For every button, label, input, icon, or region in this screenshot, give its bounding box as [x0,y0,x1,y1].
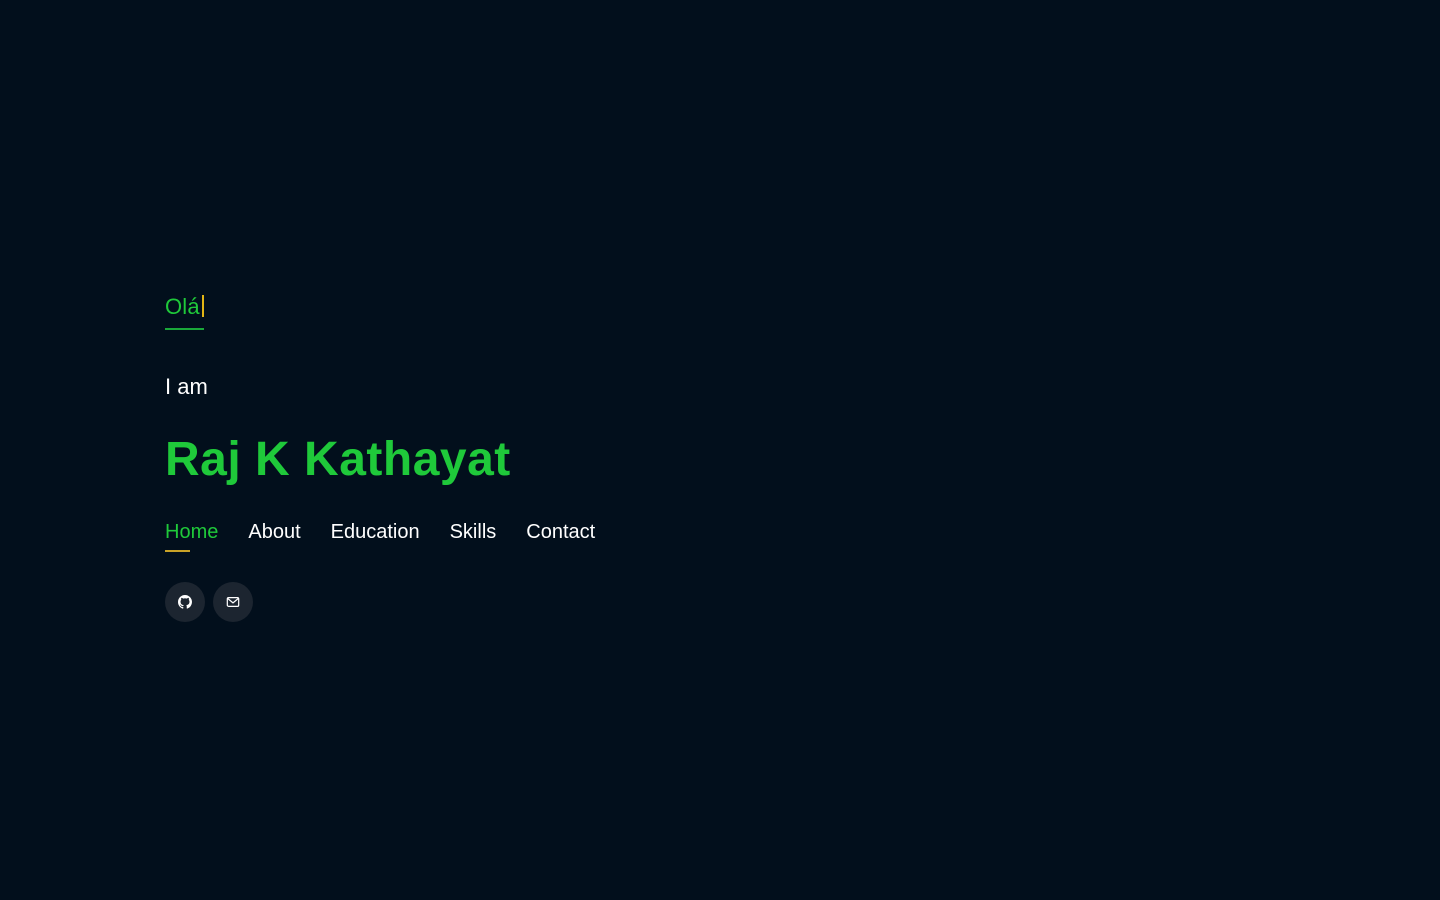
mail-icon [226,597,240,607]
nav-item-about[interactable]: About [248,518,300,552]
greeting-text: Olá [165,292,204,330]
hero-name: Raj K Kathayat [165,433,511,486]
hero-section: Olá I am Raj K Kathayat Home About Educa… [165,292,865,622]
page: Olá I am Raj K Kathayat Home About Educa… [0,0,1440,900]
nav-item-education[interactable]: Education [331,518,420,552]
typing-cursor [201,295,204,317]
github-icon [178,595,192,609]
social-links [165,582,865,622]
greeting-label: Olá [165,294,200,319]
nav-item-contact[interactable]: Contact [526,518,595,552]
nav-item-skills[interactable]: Skills [450,518,497,552]
github-button[interactable] [165,582,205,622]
intro-text: I am [165,374,208,399]
mail-button[interactable] [213,582,253,622]
main-nav: Home About Education Skills Contact [165,518,865,552]
nav-item-home[interactable]: Home [165,518,218,552]
